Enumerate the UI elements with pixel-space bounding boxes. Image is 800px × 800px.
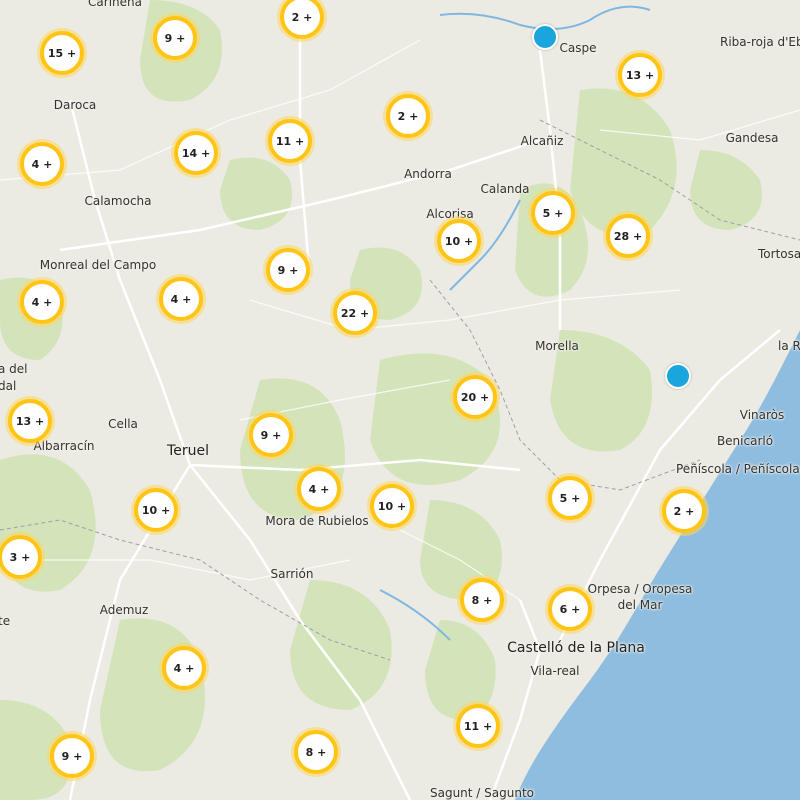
place-label-alcorisa: Alcorisa <box>426 207 474 221</box>
cluster-marker[interactable]: 20 + <box>453 375 497 419</box>
cluster-marker[interactable]: 10 + <box>370 484 414 528</box>
map-viewport[interactable]: Caspe Riba-roja d'Ebre Daroca Alcañiz Ga… <box>0 0 800 800</box>
place-label-caspe: Caspe <box>559 41 597 55</box>
place-label-mora-de-rubielos: Mora de Rubielos <box>265 514 369 528</box>
place-label-riba-roja: Riba-roja d'Ebre <box>720 35 800 49</box>
place-label-vila-real: Vila-real <box>530 664 580 678</box>
cluster-marker[interactable]: 4 + <box>162 646 206 690</box>
place-label-peniscola: Peñíscola / Peñíscola <box>676 462 800 476</box>
cluster-marker[interactable]: 10 + <box>134 488 178 532</box>
place-label-andorra: Andorra <box>404 167 452 181</box>
place-label-te: te <box>0 614 11 628</box>
cluster-marker[interactable]: 2 + <box>386 94 430 138</box>
place-label-gandesa: Gandesa <box>725 131 779 145</box>
location-marker-vinaros[interactable] <box>665 363 691 389</box>
place-label-tortosa: Tortosa <box>758 247 800 261</box>
cluster-marker[interactable]: 14 + <box>174 131 218 175</box>
place-label-benicarlo: Benicarló <box>716 434 774 448</box>
place-label-ademuz: Ademuz <box>99 603 149 617</box>
cluster-marker[interactable]: 3 + <box>0 535 42 579</box>
cluster-marker[interactable]: 13 + <box>8 399 52 443</box>
cluster-marker[interactable]: 4 + <box>20 280 64 324</box>
place-label-morella: Morella <box>535 339 579 353</box>
place-label-sarrion: Sarrión <box>270 567 314 581</box>
cluster-marker[interactable]: 9 + <box>153 16 197 60</box>
cluster-marker[interactable]: 15 + <box>40 31 84 75</box>
place-label-cella: Cella <box>108 417 138 431</box>
place-label-calanda: Calanda <box>480 182 530 196</box>
cluster-marker[interactable]: 5 + <box>531 191 575 235</box>
cluster-marker[interactable]: 4 + <box>297 467 341 511</box>
place-label-daroca: Daroca <box>53 98 97 112</box>
cluster-marker[interactable]: 9 + <box>266 248 310 292</box>
place-label-alcaniz: Alcañiz <box>520 134 564 148</box>
place-label-albarracin: Albarracín <box>33 439 95 453</box>
place-label-la-r: la R <box>778 339 800 353</box>
place-label-calamocha: Calamocha <box>84 194 152 208</box>
place-label-teruel: Teruel <box>167 443 209 459</box>
cluster-marker[interactable]: 10 + <box>437 219 481 263</box>
place-label-del-mar: del Mar <box>617 598 663 612</box>
cluster-marker[interactable]: 13 + <box>618 53 662 97</box>
place-label-a-del: a del <box>0 362 28 376</box>
place-label-sagunt: Sagunt / Sagunto <box>429 786 535 800</box>
place-label-carinena: Carineña <box>88 0 142 9</box>
cluster-marker[interactable]: 8 + <box>294 730 338 774</box>
cluster-marker[interactable]: 8 + <box>460 578 504 622</box>
place-label-castello: Castelló de la Plana <box>507 640 645 656</box>
cluster-marker[interactable]: 9 + <box>249 413 293 457</box>
cluster-marker[interactable]: 4 + <box>20 142 64 186</box>
place-label-orpesa: Orpesa / Oropesa <box>587 582 693 596</box>
cluster-marker[interactable]: 2 + <box>662 489 706 533</box>
cluster-marker[interactable]: 9 + <box>50 734 94 778</box>
cluster-marker[interactable]: 22 + <box>333 291 377 335</box>
cluster-marker[interactable]: 5 + <box>548 476 592 520</box>
cluster-marker[interactable]: 11 + <box>268 119 312 163</box>
location-marker-caspe[interactable] <box>532 24 558 50</box>
cluster-marker[interactable]: 6 + <box>548 587 592 631</box>
place-label-monreal: Monreal del Campo <box>39 258 157 272</box>
cluster-marker[interactable]: 28 + <box>606 214 650 258</box>
cluster-marker[interactable]: 11 + <box>456 704 500 748</box>
place-label-dal: dal <box>0 379 17 393</box>
place-label-vinaros: Vinaròs <box>739 408 785 422</box>
cluster-marker[interactable]: 4 + <box>159 277 203 321</box>
